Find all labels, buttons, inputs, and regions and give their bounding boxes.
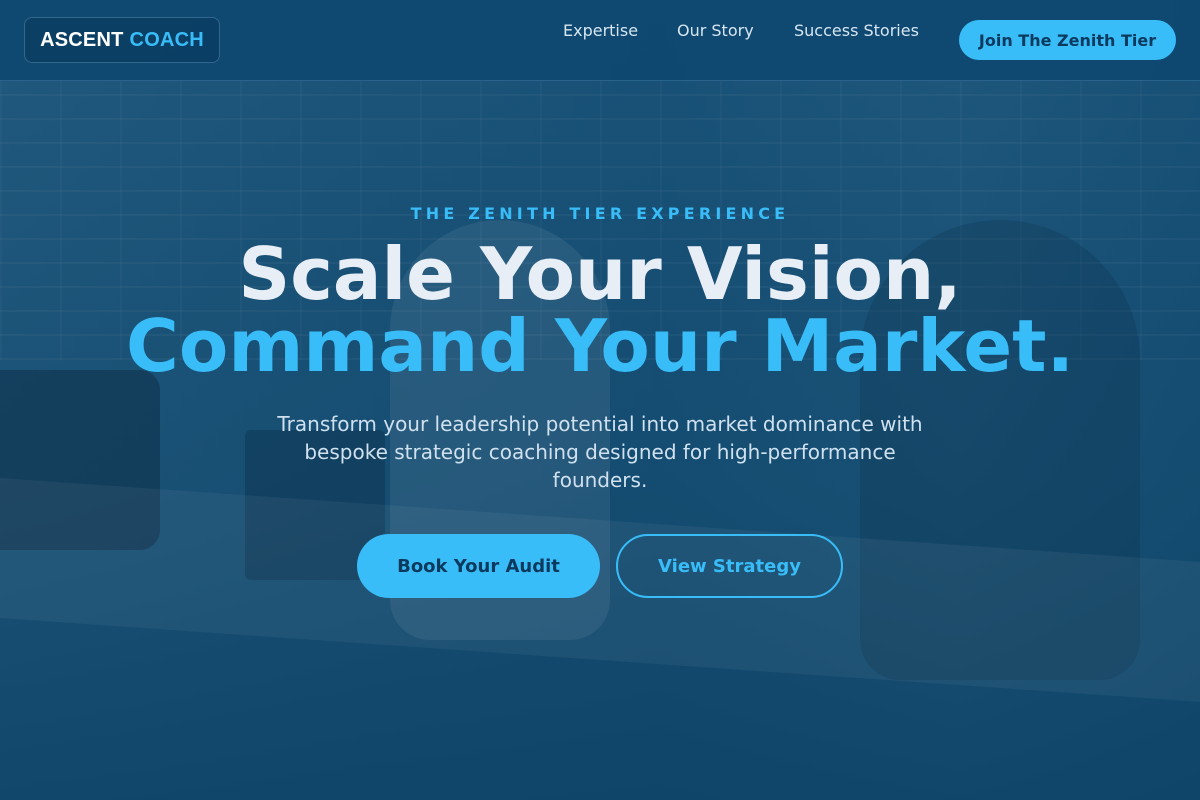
hero-headline: Scale Your Vision, Command Your Market. [0, 238, 1200, 382]
brand-name-part1: ASCENT [40, 28, 124, 51]
headline-line-1: Scale Your Vision, [238, 232, 962, 316]
hero-background-image [0, 0, 1200, 800]
top-navbar: ASCENT COACH Expertise Our Story Success… [0, 0, 1200, 81]
hero-eyebrow: THE ZENITH TIER EXPERIENCE [410, 204, 790, 223]
hero-subtitle: Transform your leadership potential into… [277, 412, 923, 492]
nav-link-our-story[interactable]: Our Story [677, 21, 754, 41]
headline-line-2: Command Your Market. [126, 304, 1074, 388]
nav-link-success-stories[interactable]: Success Stories [794, 21, 919, 41]
book-audit-button[interactable]: Book Your Audit [357, 534, 600, 598]
brand-logo[interactable]: ASCENT COACH [24, 17, 220, 63]
nav-link-expertise[interactable]: Expertise [563, 21, 638, 41]
view-strategy-button[interactable]: View Strategy [616, 534, 843, 598]
join-zenith-tier-button[interactable]: Join The Zenith Tier [959, 20, 1176, 60]
brand-name-part2: COACH [129, 28, 204, 51]
